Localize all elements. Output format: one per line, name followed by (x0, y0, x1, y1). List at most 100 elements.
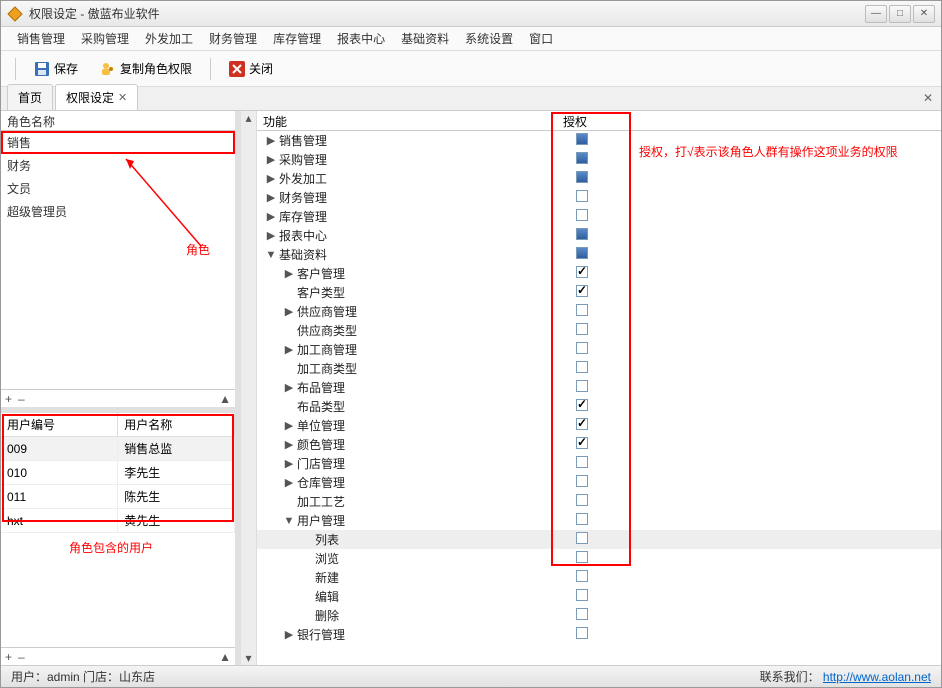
expand-icon[interactable]: ▶ (283, 457, 295, 470)
minimize-button[interactable]: — (865, 5, 887, 23)
expand-icon[interactable]: ▶ (265, 229, 277, 242)
auth-checkbox[interactable] (576, 209, 588, 221)
auth-checkbox[interactable] (576, 418, 588, 430)
tree-item[interactable]: ▶客户管理 (257, 264, 941, 283)
tree-item[interactable]: 加工工艺 (257, 492, 941, 511)
expand-icon[interactable]: ▶ (283, 476, 295, 489)
auth-checkbox[interactable] (576, 570, 588, 582)
expand-icon[interactable]: ▶ (265, 191, 277, 204)
maximize-button[interactable]: □ (889, 5, 911, 23)
tab-close-icon[interactable]: ✕ (118, 91, 127, 104)
menu-item-3[interactable]: 财务管理 (203, 27, 263, 50)
tree-item[interactable]: ▼基础资料 (257, 245, 941, 264)
tree-item[interactable]: 客户类型 (257, 283, 941, 302)
tree-item[interactable]: 供应商类型 (257, 321, 941, 340)
auth-checkbox[interactable] (576, 133, 588, 145)
auth-checkbox[interactable] (576, 627, 588, 639)
role-row[interactable]: 财务 (1, 154, 235, 177)
tree-item[interactable]: 布品类型 (257, 397, 941, 416)
auth-checkbox[interactable] (576, 399, 588, 411)
tree-item[interactable]: ▶库存管理 (257, 207, 941, 226)
menu-item-4[interactable]: 库存管理 (267, 27, 327, 50)
tree-item[interactable]: ▶仓库管理 (257, 473, 941, 492)
auth-checkbox[interactable] (576, 285, 588, 297)
tree-item[interactable]: ▶财务管理 (257, 188, 941, 207)
tree-item[interactable]: ▶颜色管理 (257, 435, 941, 454)
tree-item[interactable]: ▶门店管理 (257, 454, 941, 473)
collapse-icon[interactable]: ▼ (265, 249, 277, 261)
table-row[interactable]: 009销售总监 (1, 437, 235, 461)
expand-icon[interactable]: ▶ (283, 343, 295, 356)
auth-checkbox[interactable] (576, 380, 588, 392)
expand-icon[interactable]: ▶ (283, 381, 295, 394)
tabbar-close-icon[interactable]: ✕ (923, 91, 933, 105)
tree-item[interactable]: 删除 (257, 606, 941, 625)
tree-item[interactable]: 列表 (257, 530, 941, 549)
tab-1[interactable]: 权限设定✕ (55, 84, 138, 110)
collapse-icon[interactable]: ▼ (283, 515, 295, 527)
auth-checkbox[interactable] (576, 456, 588, 468)
menu-item-5[interactable]: 报表中心 (331, 27, 391, 50)
copy-role-button[interactable]: 复制角色权限 (92, 56, 200, 81)
close-button[interactable]: 关闭 (221, 56, 281, 81)
status-link[interactable]: http://www.aolan.net (823, 670, 931, 684)
expand-icon[interactable]: ▶ (283, 305, 295, 318)
expand-icon[interactable]: ▶ (265, 172, 277, 185)
auth-checkbox[interactable] (576, 342, 588, 354)
tree-item[interactable]: ▶报表中心 (257, 226, 941, 245)
expand-icon[interactable]: ▶ (283, 267, 295, 280)
auth-checkbox[interactable] (576, 304, 588, 316)
auth-checkbox[interactable] (576, 171, 588, 183)
menu-item-0[interactable]: 销售管理 (11, 27, 71, 50)
menu-item-1[interactable]: 采购管理 (75, 27, 135, 50)
tree-item[interactable]: ▶布品管理 (257, 378, 941, 397)
auth-checkbox[interactable] (576, 437, 588, 449)
menu-item-7[interactable]: 系统设置 (459, 27, 519, 50)
auth-checkbox[interactable] (576, 551, 588, 563)
menu-item-8[interactable]: 窗口 (523, 27, 559, 50)
role-row[interactable]: 文员 (1, 177, 235, 200)
tab-0[interactable]: 首页 (7, 84, 53, 110)
auth-checkbox[interactable] (576, 228, 588, 240)
auth-checkbox[interactable] (576, 323, 588, 335)
users-remove-icon[interactable]: – (18, 650, 25, 664)
menu-item-6[interactable]: 基础资料 (395, 27, 455, 50)
tree-item[interactable]: ▶加工商管理 (257, 340, 941, 359)
auth-checkbox[interactable] (576, 475, 588, 487)
roles-add-icon[interactable]: + (5, 392, 12, 406)
save-button[interactable]: 保存 (26, 56, 86, 81)
tree-item[interactable]: ▶销售管理 (257, 131, 941, 150)
auth-checkbox[interactable] (576, 532, 588, 544)
tree-item[interactable]: ▼用户管理 (257, 511, 941, 530)
expand-icon[interactable]: ▶ (265, 210, 277, 223)
auth-checkbox[interactable] (576, 152, 588, 164)
auth-checkbox[interactable] (576, 266, 588, 278)
auth-checkbox[interactable] (576, 589, 588, 601)
menu-item-2[interactable]: 外发加工 (139, 27, 199, 50)
expand-icon[interactable]: ▶ (265, 134, 277, 147)
expand-icon[interactable]: ▶ (283, 628, 295, 641)
table-row[interactable]: 011陈先生 (1, 485, 235, 509)
role-row[interactable]: 销售 (1, 131, 235, 154)
auth-checkbox[interactable] (576, 361, 588, 373)
auth-checkbox[interactable] (576, 190, 588, 202)
expand-icon[interactable]: ▶ (283, 419, 295, 432)
auth-checkbox[interactable] (576, 608, 588, 620)
table-row[interactable]: hxt黄先生 (1, 509, 235, 533)
tree-item[interactable]: 编辑 (257, 587, 941, 606)
tree-item[interactable]: 浏览 (257, 549, 941, 568)
tree-item[interactable]: ▶单位管理 (257, 416, 941, 435)
users-collapse-icon[interactable]: ▲ (219, 650, 231, 664)
tree-item[interactable]: ▶银行管理 (257, 625, 941, 644)
expand-icon[interactable]: ▶ (265, 153, 277, 166)
auth-checkbox[interactable] (576, 247, 588, 259)
table-row[interactable]: 010李先生 (1, 461, 235, 485)
role-row[interactable]: 超级管理员 (1, 200, 235, 223)
scroll-up-icon[interactable]: ▴ (242, 111, 256, 125)
tree-item[interactable]: 加工商类型 (257, 359, 941, 378)
users-add-icon[interactable]: + (5, 650, 12, 664)
roles-collapse-icon[interactable]: ▲ (219, 392, 231, 406)
expand-icon[interactable]: ▶ (283, 438, 295, 451)
scroll-down-icon[interactable]: ▾ (242, 651, 256, 665)
tree-item[interactable]: ▶供应商管理 (257, 302, 941, 321)
